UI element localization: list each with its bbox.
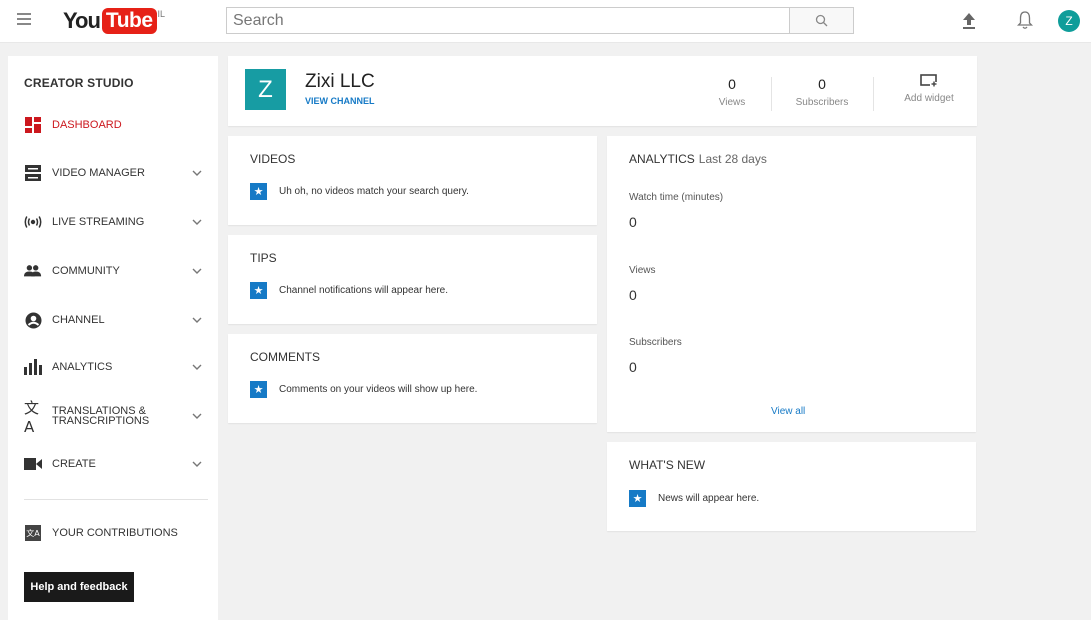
comments-card: COMMENTS ★ Comments on your videos will … (228, 334, 597, 423)
add-widget-button[interactable]: Add widget (894, 74, 964, 104)
watch-time-value: 0 (629, 214, 637, 230)
chevron-down-icon[interactable] (192, 315, 202, 325)
whats-new-card: WHAT'S NEW ★ News will appear here. (607, 442, 976, 531)
sidebar-item-create[interactable]: CREATE (8, 447, 218, 481)
creator-studio-sidebar: CREATOR STUDIO DASHBOARD VIDEO MANAGER L… (8, 56, 218, 620)
sidebar-item-label: DASHBOARD (52, 118, 122, 131)
chevron-down-icon[interactable] (192, 459, 202, 469)
analytics-subscribers-label: Subscribers (629, 337, 682, 348)
contributions-translate-icon: 文A (24, 524, 42, 542)
sidebar-item-label: YOUR CONTRIBUTIONS (52, 526, 178, 539)
analytics-views-label: Views (629, 265, 656, 276)
add-widget-icon (920, 74, 938, 87)
views-label: Views (718, 97, 746, 108)
analytics-title: ANALYTICS Last 28 days (629, 152, 767, 166)
analytics-title-text: ANALYTICS (629, 152, 695, 166)
watch-time-label: Watch time (minutes) (629, 192, 724, 203)
view-channel-link[interactable]: VIEW CHANNEL (305, 96, 375, 106)
analytics-subscribers-value: 0 (629, 359, 637, 375)
star-icon: ★ (250, 183, 267, 200)
logo-tube-text: Tube (101, 8, 157, 34)
logo-you-text: You (63, 8, 101, 33)
community-icon (24, 262, 42, 280)
whats-new-title: WHAT'S NEW (629, 458, 706, 472)
sidebar-item-label: CREATE (52, 457, 96, 470)
views-stat: 0 Views (708, 76, 756, 108)
search-input[interactable] (226, 7, 790, 34)
notifications-bell-icon[interactable] (1017, 10, 1033, 30)
views-count: 0 (728, 76, 736, 92)
search-button[interactable] (789, 7, 854, 34)
sidebar-item-dashboard[interactable]: DASHBOARD (8, 108, 218, 142)
video-manager-icon (24, 164, 42, 182)
subscribers-count: 0 (818, 76, 826, 92)
youtube-logo[interactable]: You Tube IL (63, 6, 165, 36)
sidebar-item-video-manager[interactable]: VIDEO MANAGER (8, 156, 218, 190)
chevron-down-icon[interactable] (192, 266, 202, 276)
sidebar-item-live-streaming[interactable]: LIVE STREAMING (8, 205, 218, 239)
sidebar-item-label: COMMUNITY (52, 264, 120, 277)
sidebar-item-label: VIDEO MANAGER (52, 166, 145, 179)
comments-title: COMMENTS (250, 350, 320, 364)
sidebar-item-label: LIVE STREAMING (52, 215, 145, 228)
channel-avatar[interactable]: Z (245, 69, 286, 110)
chevron-down-icon[interactable] (192, 362, 202, 372)
stat-divider (873, 77, 874, 111)
channel-header-card: Z Zixi LLC VIEW CHANNEL 0 Views 0 Subscr… (228, 56, 977, 126)
sidebar-item-channel[interactable]: CHANNEL (8, 303, 218, 337)
tips-card: TIPS ★ Channel notifications will appear… (228, 235, 597, 324)
analytics-icon (24, 358, 42, 376)
chevron-down-icon[interactable] (192, 411, 202, 421)
tips-title: TIPS (250, 251, 277, 265)
sidebar-item-label: TRANSLATIONS & TRANSCRIPTIONS (52, 406, 150, 427)
sidebar-item-label: ANALYTICS (52, 360, 113, 373)
sidebar-divider (24, 499, 208, 500)
star-icon: ★ (629, 490, 646, 507)
stat-divider (771, 77, 772, 111)
analytics-card: ANALYTICS Last 28 days Watch time (minute… (607, 136, 976, 432)
translations-icon: 文A (24, 398, 40, 436)
search-icon (815, 14, 828, 27)
upload-icon[interactable] (961, 12, 977, 30)
account-avatar[interactable]: Z (1058, 10, 1080, 32)
top-bar: You Tube IL Z (0, 0, 1091, 43)
view-all-link[interactable]: View all (771, 406, 805, 417)
help-and-feedback-button[interactable]: Help and feedback (24, 572, 134, 602)
chevron-down-icon[interactable] (192, 168, 202, 178)
tips-message: Channel notifications will appear here. (279, 285, 448, 296)
chevron-down-icon[interactable] (192, 217, 202, 227)
add-widget-label: Add widget (904, 93, 954, 104)
live-streaming-icon (24, 213, 42, 231)
star-icon: ★ (250, 381, 267, 398)
whats-new-message: News will appear here. (658, 493, 760, 504)
sidebar-item-label: CHANNEL (52, 313, 105, 326)
channel-icon (24, 311, 42, 329)
videos-message: Uh oh, no videos match your search query… (279, 186, 469, 197)
sidebar-item-analytics[interactable]: ANALYTICS (8, 350, 218, 384)
videos-title: VIDEOS (250, 152, 296, 166)
sidebar-item-community[interactable]: COMMUNITY (8, 254, 218, 288)
sidebar-item-your-contributions[interactable]: 文A YOUR CONTRIBUTIONS (8, 516, 218, 550)
sidebar-title: CREATOR STUDIO (24, 76, 134, 90)
sidebar-item-translations[interactable]: 文A TRANSLATIONS & TRANSCRIPTIONS (8, 398, 218, 436)
star-icon: ★ (250, 282, 267, 299)
analytics-views-value: 0 (629, 287, 637, 303)
analytics-period: Last 28 days (698, 152, 767, 166)
dashboard-icon (24, 116, 42, 134)
channel-name: Zixi LLC (305, 71, 375, 92)
menu-icon[interactable] (17, 13, 31, 25)
comments-message: Comments on your videos will show up her… (279, 384, 478, 395)
sidebar-item-label-line2: TRANSCRIPTIONS (52, 415, 150, 427)
logo-country-code: IL (157, 9, 166, 19)
subscribers-stat: 0 Subscribers (785, 76, 859, 108)
videos-card: VIDEOS ★ Uh oh, no videos match your sea… (228, 136, 597, 225)
subscribers-label: Subscribers (795, 97, 849, 108)
create-icon (24, 455, 42, 473)
